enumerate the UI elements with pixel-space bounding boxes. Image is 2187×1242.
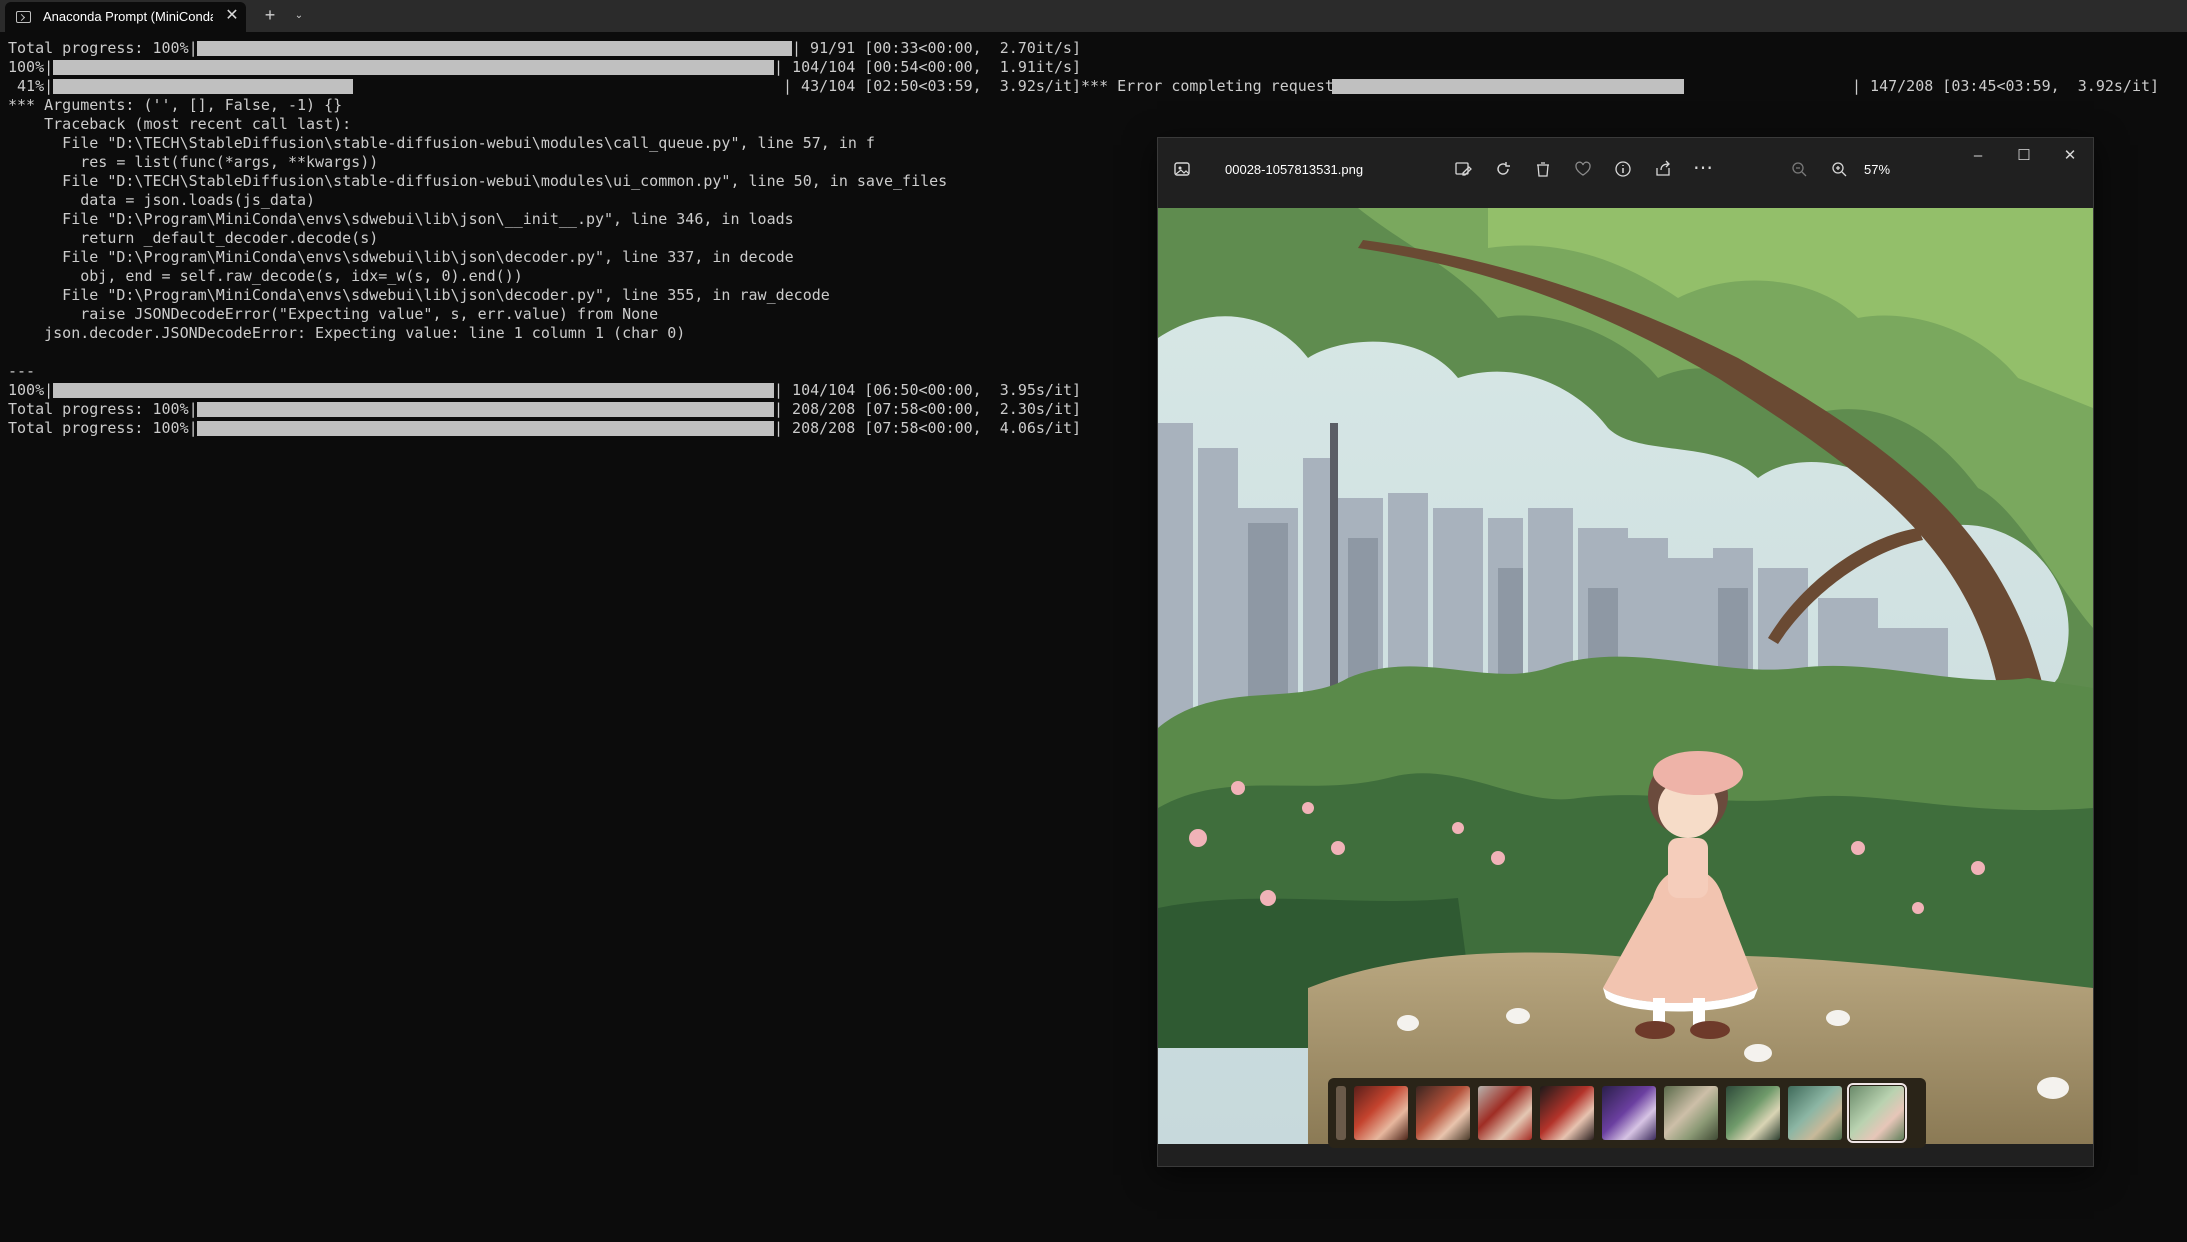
zoom-level[interactable]: 57% [1864, 162, 1890, 177]
terminal-line: obj, end = self.raw_decode(s, idx=_w(s, … [8, 267, 523, 285]
edit-icon[interactable] [1452, 160, 1474, 184]
delete-icon[interactable] [1532, 160, 1554, 184]
progress-bar-fill [53, 79, 353, 94]
thumbnail[interactable] [1540, 1086, 1594, 1140]
chevron-down-icon[interactable]: ⌄ [290, 6, 308, 26]
terminal-line: Total progress: 100%| [8, 419, 198, 437]
terminal-line: File "D:\Program\MiniConda\envs\sdwebui\… [8, 210, 794, 228]
terminal-line: res = list(func(*args, **kwargs)) [8, 153, 379, 171]
thumbnail[interactable] [1788, 1086, 1842, 1140]
viewer-titlebar: 00028-1057813531.png ⋯ 57% – ☐ ✕ [1158, 138, 2093, 208]
thumbnail[interactable] [1416, 1086, 1470, 1140]
terminal-line: json.decoder.JSONDecodeError: Expecting … [8, 324, 686, 342]
tab-close-icon[interactable]: ✕ [222, 6, 242, 26]
info-icon[interactable] [1612, 160, 1634, 184]
terminal-line: Total progress: 100%| [8, 39, 198, 57]
terminal-line: | 104/104 [00:54<00:00, 1.91it/s] [774, 58, 1082, 76]
terminal-tab-bar: Anaconda Prompt (MiniConda) ✕ + ⌄ [0, 0, 2187, 32]
terminal-line: Total progress: 100%| [8, 400, 198, 418]
photo-viewer-window[interactable]: 00028-1057813531.png ⋯ 57% – ☐ ✕ [1157, 137, 2094, 1167]
terminal-line: | 91/91 [00:33<00:00, 2.70it/s] [792, 39, 1081, 57]
terminal-line: | 43/104 [02:50<03:59, 3.92s/it]*** Erro… [783, 77, 1334, 95]
terminal-line: File "D:\Program\MiniConda\envs\sdwebui\… [8, 286, 830, 304]
progress-bar-fill [197, 402, 774, 417]
progress-bar-fill [53, 383, 774, 398]
rotate-icon[interactable] [1492, 160, 1514, 184]
share-icon[interactable] [1652, 160, 1674, 184]
terminal-line: data = json.loads(js_data) [8, 191, 316, 209]
terminal-line: *** Arguments: ('', [], False, -1) {} [8, 96, 343, 114]
zoom-in-icon[interactable] [1828, 160, 1850, 184]
terminal-line: File "D:\TECH\StableDiffusion\stable-dif… [8, 134, 875, 152]
terminal-line: --- [8, 362, 36, 380]
terminal-line: raise JSONDecodeError("Expecting value",… [8, 305, 659, 323]
terminal-line: 100%| [8, 381, 54, 399]
thumbnail[interactable] [1354, 1086, 1408, 1140]
maximize-icon[interactable]: ☐ [2014, 146, 2034, 166]
filmstrip [1328, 1078, 1926, 1148]
thumbnail[interactable] [1726, 1086, 1780, 1140]
terminal-line: File "D:\Program\MiniConda\envs\sdwebui\… [8, 248, 794, 266]
progress-bar-fill [197, 421, 774, 436]
photos-icon [1172, 160, 1192, 180]
thumbnail[interactable] [1664, 1086, 1718, 1140]
thumbnail-selected[interactable] [1847, 1083, 1907, 1143]
terminal-line: | 208/208 [07:58<00:00, 2.30s/it] [774, 400, 1082, 418]
terminal-line: 41%| [8, 77, 54, 95]
file-name: 00028-1057813531.png [1225, 162, 1364, 177]
terminal-tab[interactable]: Anaconda Prompt (MiniConda) ✕ [5, 2, 246, 32]
zoom-out-icon[interactable] [1788, 160, 1810, 184]
new-tab-plus-icon[interactable]: + [259, 6, 281, 26]
displayed-image[interactable] [1158, 208, 2093, 1144]
terminal-line: File "D:\TECH\StableDiffusion\stable-dif… [8, 172, 948, 190]
terminal-line: | 208/208 [07:58<00:00, 4.06s/it] [774, 419, 1082, 437]
thumbnail[interactable] [1478, 1086, 1532, 1140]
favorite-icon[interactable] [1572, 160, 1594, 184]
minimize-icon[interactable]: – [1968, 146, 1988, 166]
progress-bar-fill [1332, 79, 1684, 94]
close-icon[interactable]: ✕ [2060, 146, 2080, 166]
tab-title: Anaconda Prompt (MiniConda) [43, 9, 213, 24]
terminal-line: return _default_decoder.decode(s) [8, 229, 379, 247]
terminal-line: | 104/104 [06:50<00:00, 3.95s/it] [774, 381, 1082, 399]
more-icon[interactable]: ⋯ [1692, 158, 1714, 178]
thumbnail[interactable] [1336, 1086, 1346, 1140]
progress-bar-fill [53, 60, 774, 75]
terminal-line: 100%| [8, 58, 54, 76]
terminal-icon [16, 11, 31, 23]
thumbnail[interactable] [1602, 1086, 1656, 1140]
terminal-line: Traceback (most recent call last): [8, 115, 352, 133]
progress-bar-fill [197, 41, 792, 56]
terminal-line: | 147/208 [03:45<03:59, 3.92s/it] [1852, 77, 2160, 95]
